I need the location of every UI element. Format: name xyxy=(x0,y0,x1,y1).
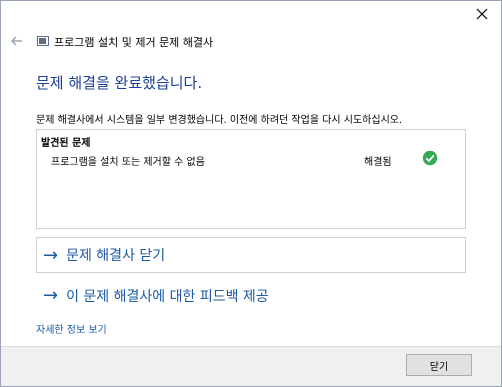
close-troubleshooter-link[interactable]: → 문제 해결사 닫기 xyxy=(36,237,466,273)
arrow-right-icon: → xyxy=(43,244,59,266)
app-title: 프로그램 설치 및 제거 문제 해결사 xyxy=(54,36,214,49)
issue-name: 프로그램을 설치 또는 제거할 수 없음 xyxy=(51,157,205,168)
close-icon[interactable] xyxy=(469,3,495,25)
footer-bar: 닫기 xyxy=(1,346,501,386)
feedback-link[interactable]: → 이 문제 해결사에 대한 피드백 제공 xyxy=(36,285,269,306)
troubleshooter-icon xyxy=(37,36,49,46)
more-info-link[interactable]: 자세한 정보 보기 xyxy=(36,321,107,336)
window-header: 프로그램 설치 및 제거 문제 해결사 xyxy=(1,29,501,55)
back-arrow-icon[interactable] xyxy=(9,33,25,49)
close-troubleshooter-label: 문제 해결사 닫기 xyxy=(66,248,166,264)
issues-panel: 발견된 문제 프로그램을 설치 또는 제거할 수 없음 해결됨 xyxy=(36,129,466,229)
completion-description: 문제 해결사에서 시스템을 일부 변경했습니다. 이전에 하려던 작업을 다시 … xyxy=(36,115,403,126)
issue-status: 해결됨 xyxy=(364,157,392,168)
completion-headline: 문제 해결을 완료했습니다. xyxy=(36,74,203,92)
arrow-right-icon: → xyxy=(43,285,59,306)
close-button[interactable]: 닫기 xyxy=(406,354,472,376)
troubleshooter-window: 프로그램 설치 및 제거 문제 해결사 문제 해결을 완료했습니다. 문제 해결… xyxy=(0,0,502,387)
check-circle-icon xyxy=(422,150,438,166)
feedback-label: 이 문제 해결사에 대한 피드백 제공 xyxy=(66,288,269,305)
issues-panel-title: 발견된 문제 xyxy=(41,138,91,149)
